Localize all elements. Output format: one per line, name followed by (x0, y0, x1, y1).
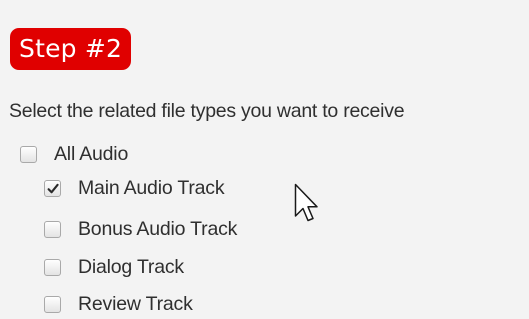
main-audio-track-checkbox[interactable] (44, 179, 61, 197)
all-audio-checkbox[interactable] (20, 145, 37, 163)
review-track-checkbox[interactable] (44, 295, 61, 313)
checkbox-all-audio[interactable]: All Audio (20, 139, 128, 169)
bonus-audio-track-checkbox[interactable] (44, 220, 61, 238)
checkmark-icon (47, 183, 59, 193)
review-track-label: Review Track (78, 292, 193, 315)
checkbox-review-track[interactable]: Review Track (44, 289, 193, 319)
step-badge: Step #2 (10, 28, 132, 70)
all-audio-label: All Audio (54, 142, 129, 165)
bonus-audio-track-label: Bonus Audio Track (78, 217, 238, 240)
main-audio-track-label: Main Audio Track (78, 176, 225, 199)
mouse-pointer-icon (294, 183, 318, 222)
dialog-track-label: Dialog Track (78, 255, 184, 278)
instruction-text: Select the related file types you want t… (9, 100, 405, 122)
checkbox-dialog-track[interactable]: Dialog Track (44, 252, 184, 282)
dialog-track-checkbox[interactable] (44, 258, 61, 276)
checkbox-main-audio-track[interactable]: Main Audio Track (44, 173, 225, 203)
checkbox-bonus-audio-track[interactable]: Bonus Audio Track (44, 214, 237, 244)
